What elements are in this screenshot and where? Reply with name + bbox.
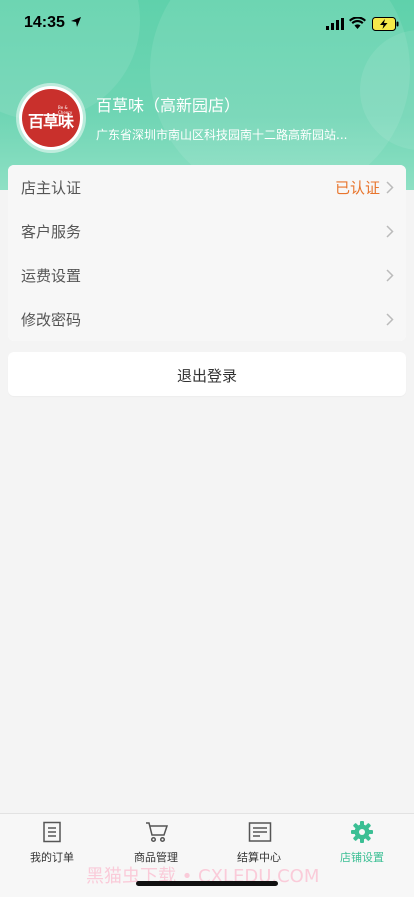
chevron-right-icon [386, 181, 394, 194]
menu-item-label: 客户服务 [21, 223, 82, 241]
cellular-signal-icon [326, 18, 344, 30]
status-time: 14:35 [24, 14, 65, 31]
chevron-right-icon [386, 269, 394, 282]
wifi-icon [349, 17, 366, 29]
status-bar: 14:35 [0, 0, 414, 48]
chevron-right-icon [386, 225, 394, 238]
header-banner: 14:35 百草味 Be & Cheery 百草味（高新园店） 广东省深圳市南山… [0, 0, 414, 190]
menu-item-label: 修改密码 [21, 311, 82, 329]
orders-icon [43, 821, 61, 843]
settings-menu: 店主认证 已认证 客户服务 运费设置 修改密码 [8, 165, 406, 341]
menu-item-change-password[interactable]: 修改密码 [8, 297, 406, 341]
shop-logo-subtext: Be & Cheery [58, 105, 73, 115]
menu-item-label: 运费设置 [21, 267, 82, 285]
menu-item-shipping-settings[interactable]: 运费设置 [8, 253, 406, 298]
shop-address: 广东省深圳市南山区科技园南十二路高新园站... [96, 128, 348, 142]
menu-item-label: 店主认证 [21, 179, 82, 197]
location-arrow-icon [71, 17, 81, 27]
shop-avatar[interactable]: 百草味 Be & Cheery [19, 86, 83, 150]
home-indicator[interactable] [136, 881, 278, 886]
battery-charging-icon [372, 17, 399, 31]
logout-button[interactable]: 退出登录 [8, 352, 406, 396]
tab-shop-settings[interactable]: 店铺设置 [310, 814, 414, 874]
shop-logo: 百草味 Be & Cheery [22, 89, 80, 147]
chevron-right-icon [386, 313, 394, 326]
menu-item-owner-verification[interactable]: 店主认证 已认证 [8, 165, 406, 210]
shop-name: 百草味（高新园店） [96, 96, 241, 115]
gear-icon [351, 821, 373, 843]
menu-item-customer-service[interactable]: 客户服务 [8, 209, 406, 254]
tab-label: 店铺设置 [340, 851, 384, 864]
settlement-icon [248, 822, 272, 842]
logout-label: 退出登录 [176, 367, 237, 385]
verification-status: 已认证 [334, 179, 380, 197]
cart-icon [146, 822, 169, 843]
